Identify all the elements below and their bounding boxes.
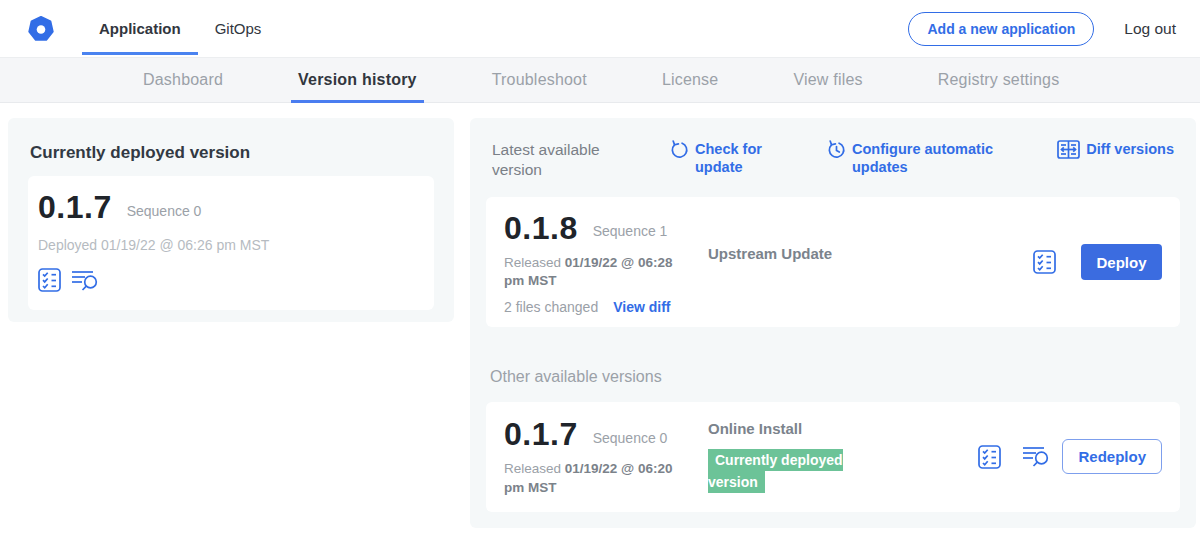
other-sequence: Sequence 0 xyxy=(593,430,668,446)
latest-available-title: Latest available version xyxy=(492,140,620,180)
logo-icon xyxy=(28,16,54,42)
subnav-version-history[interactable]: Version history xyxy=(298,58,417,102)
auto-update-clock-icon xyxy=(827,140,846,176)
subnav-registry-settings[interactable]: Registry settings xyxy=(938,58,1060,102)
latest-version-number: 0.1.8 xyxy=(504,210,578,247)
subnav-dashboard[interactable]: Dashboard xyxy=(143,58,223,102)
deployed-card-title: Currently deployed version xyxy=(30,143,434,163)
deployed-version-panel: 0.1.7 Sequence 0 Deployed 01/19/22 @ 06:… xyxy=(28,176,434,310)
other-version-number: 0.1.7 xyxy=(504,416,578,453)
diff-versions-icon xyxy=(1057,140,1080,159)
tab-gitops[interactable]: GitOps xyxy=(198,0,279,57)
view-files-diff-icon[interactable] xyxy=(1022,445,1050,468)
app-logo[interactable] xyxy=(28,0,54,57)
main-content: Currently deployed version 0.1.7 Sequenc… xyxy=(0,103,1200,528)
deployed-timestamp: Deployed 01/19/22 @ 06:26 pm MST xyxy=(38,237,424,253)
deploy-button[interactable]: Deploy xyxy=(1081,244,1162,280)
preflight-checklist-icon[interactable] xyxy=(38,268,61,292)
other-released-timestamp: Released 01/19/22 @ 06:20 pm MST xyxy=(504,460,682,496)
view-files-diff-icon[interactable] xyxy=(71,269,99,292)
subnav-troubleshoot[interactable]: Troubleshoot xyxy=(492,58,587,102)
configure-automatic-updates-label: Configure automatic updates xyxy=(852,140,1002,176)
other-source-label: Online Install xyxy=(708,420,802,437)
currently-deployed-card: Currently deployed version 0.1.7 Sequenc… xyxy=(8,118,454,322)
app-subnav: Dashboard Version history Troubleshoot L… xyxy=(0,57,1200,103)
latest-released-timestamp: Released 01/19/22 @ 06:28 pm MST xyxy=(504,254,682,290)
other-version-row: 0.1.7 Sequence 0 Released 01/19/22 @ 06:… xyxy=(486,402,1180,512)
check-for-update-label: Check for update xyxy=(695,140,767,176)
tab-application-label: Application xyxy=(99,20,181,37)
latest-sequence: Sequence 1 xyxy=(593,223,668,239)
other-versions-title: Other available versions xyxy=(490,368,1176,386)
files-changed-label: 2 files changed xyxy=(504,299,598,315)
primary-nav: Application GitOps xyxy=(82,0,278,57)
logout-link[interactable]: Log out xyxy=(1124,20,1176,38)
redeploy-button[interactable]: Redeploy xyxy=(1062,439,1162,474)
currently-deployed-badge: Currently deployed version xyxy=(708,449,843,493)
view-diff-link[interactable]: View diff xyxy=(613,299,670,315)
diff-versions-label: Diff versions xyxy=(1086,140,1174,158)
latest-source-label: Upstream Update xyxy=(708,245,832,262)
subnav-license[interactable]: License xyxy=(662,58,719,102)
available-versions-card: Latest available version Check for updat… xyxy=(470,118,1196,528)
tab-gitops-label: GitOps xyxy=(215,20,262,37)
refresh-icon xyxy=(670,140,689,176)
check-for-update-button[interactable]: Check for update xyxy=(670,140,767,176)
subnav-view-files[interactable]: View files xyxy=(793,58,862,102)
add-application-button[interactable]: Add a new application xyxy=(908,12,1094,46)
configure-automatic-updates-button[interactable]: Configure automatic updates xyxy=(827,140,1002,176)
latest-version-row: 0.1.8 Sequence 1 Released 01/19/22 @ 06:… xyxy=(486,197,1180,327)
deployed-sequence: Sequence 0 xyxy=(127,203,202,219)
preflight-checklist-icon[interactable] xyxy=(1033,250,1056,274)
diff-versions-button[interactable]: Diff versions xyxy=(1057,140,1174,159)
preflight-checklist-icon[interactable] xyxy=(978,445,1001,469)
top-navbar: Application GitOps Add a new application… xyxy=(0,0,1200,57)
tab-application[interactable]: Application xyxy=(82,0,198,57)
deployed-version-number: 0.1.7 xyxy=(38,189,112,226)
